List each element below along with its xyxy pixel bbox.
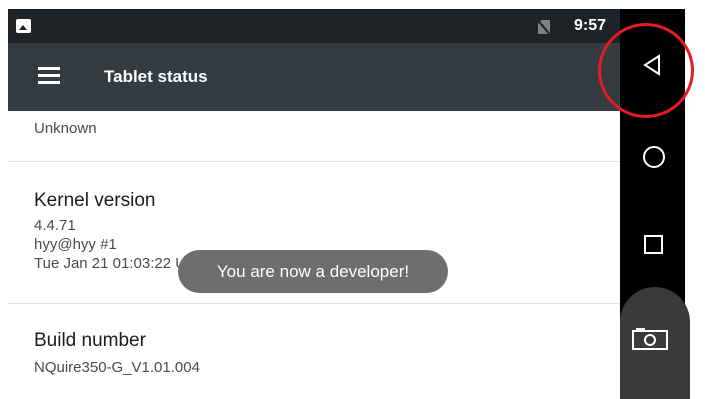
status-clock: 9:57 (573, 17, 606, 34)
home-icon[interactable] (643, 146, 665, 168)
kernel-version-line-2: hyy@hyy #1 (34, 236, 117, 253)
no-sim-icon (538, 20, 550, 34)
divider (8, 161, 620, 162)
annotation-circle (598, 23, 694, 118)
status-bar: 9:57 (8, 9, 620, 43)
previous-item-value: Unknown (34, 120, 97, 137)
page-title: Tablet status (104, 67, 208, 86)
menu-icon[interactable] (38, 67, 62, 85)
app-toolbar: Tablet status (8, 43, 620, 111)
camera-icon (632, 328, 668, 350)
divider (8, 303, 620, 304)
kernel-version-title: Kernel version (34, 190, 156, 211)
gallery-notification-icon (16, 19, 31, 33)
build-number-title: Build number (34, 330, 146, 351)
build-number-value: NQuire350-G_V1.01.004 (34, 359, 200, 376)
camera-button[interactable] (620, 287, 690, 399)
kernel-version-line-1: 4.4.71 (34, 217, 76, 234)
recents-icon[interactable] (644, 235, 663, 254)
tablet-screen: 9:57 Tablet status Unknown Kernel versio… (8, 9, 620, 390)
developer-toast: You are now a developer! (178, 250, 448, 293)
